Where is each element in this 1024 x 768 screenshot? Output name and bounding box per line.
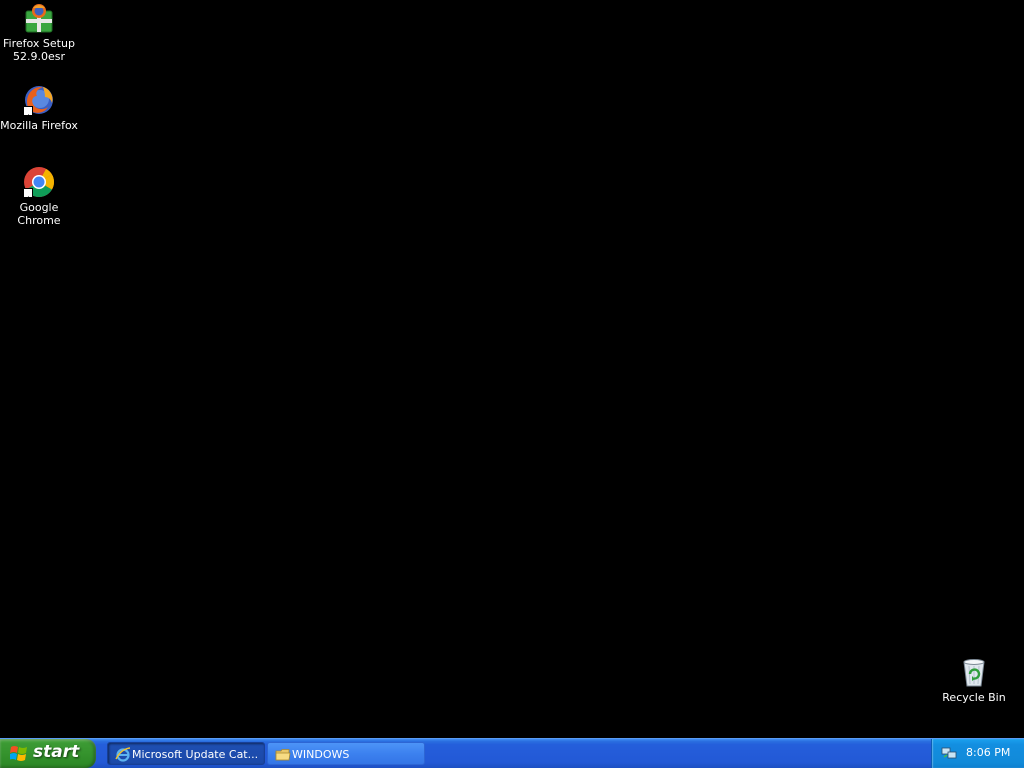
taskbar-button-microsoft-update-catalog[interactable]: Microsoft Update Cat...: [107, 742, 265, 765]
internet-explorer-icon: [115, 747, 131, 763]
desktop-icon-recycle-bin[interactable]: Recycle Bin: [935, 656, 1013, 704]
system-tray: 8:06 PM: [931, 739, 1024, 768]
start-label: start: [33, 742, 80, 762]
taskbar-button-label: WINDOWS: [292, 748, 350, 761]
taskbar-button-windows-folder[interactable]: WINDOWS: [267, 742, 425, 765]
desktop-icon-label-line2: 52.9.0esr: [12, 50, 65, 63]
desktop[interactable]: Firefox Setup 52.9.0esr Mozilla Firefox: [0, 0, 1024, 738]
firefox-icon: [23, 84, 55, 121]
shortcut-arrow-icon: [23, 106, 33, 121]
taskbar: start Microsoft Update Cat... WINDOWS 8:…: [0, 738, 1024, 768]
desktop-icon-label: Recycle Bin: [942, 691, 1006, 704]
network-connection-icon[interactable]: [941, 745, 957, 761]
taskbar-button-label: Microsoft Update Cat...: [132, 748, 259, 761]
folder-icon: [275, 747, 291, 763]
shortcut-arrow-icon: [23, 188, 33, 203]
installer-package-icon: [23, 2, 55, 34]
desktop-icon-label: Mozilla Firefox: [0, 119, 78, 132]
start-button[interactable]: start: [0, 739, 96, 768]
desktop-icon-firefox-setup[interactable]: Firefox Setup 52.9.0esr: [0, 2, 78, 63]
chrome-icon: [23, 166, 55, 203]
desktop-icon-mozilla-firefox[interactable]: Mozilla Firefox: [0, 84, 78, 132]
clock[interactable]: 8:06 PM: [966, 746, 1010, 759]
desktop-icon-label: Google Chrome: [17, 201, 61, 227]
desktop-icon-label: Firefox Setup: [3, 37, 75, 50]
recycle-bin-icon: [958, 656, 990, 688]
desktop-icon-google-chrome[interactable]: Google Chrome: [0, 166, 78, 227]
windows-logo-icon: [9, 745, 28, 762]
